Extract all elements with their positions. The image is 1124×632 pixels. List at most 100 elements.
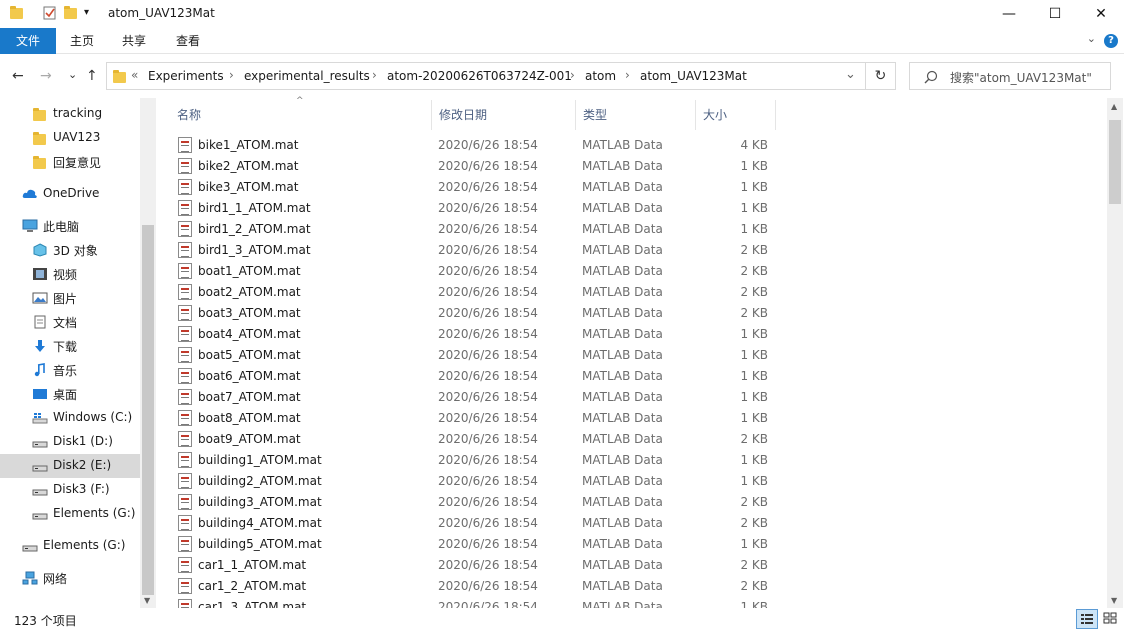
sidebar-item[interactable]: 回复意见 <box>0 150 140 174</box>
minimize-button[interactable]: — <box>986 0 1032 28</box>
breadcrumb-atom-uav123mat[interactable]: atom_UAV123Mat <box>640 69 747 83</box>
file-size: 1 KB <box>740 348 768 362</box>
matlab-file-icon <box>178 578 192 594</box>
refresh-button[interactable]: ↻ <box>866 62 896 90</box>
sidebar-item[interactable]: 文档 <box>0 310 140 334</box>
sidebar-item[interactable]: 此电脑 <box>0 214 140 238</box>
download-icon <box>32 339 47 353</box>
file-row[interactable]: bird1_3_ATOM.mat 2020/6/26 18:54 MATLAB Da… <box>170 240 790 261</box>
title-bar: ▾ atom_UAV123Mat — ☐ ✕ <box>0 0 1124 28</box>
sidebar-item[interactable]: Disk2 (E:) <box>0 454 140 478</box>
sidebar-item[interactable]: 音乐 <box>0 358 140 382</box>
breadcrumb-experimental-results[interactable]: experimental_results <box>244 69 370 83</box>
breadcrumb-atom[interactable]: atom <box>585 69 616 83</box>
sidebar-item[interactable]: UAV123 <box>0 126 140 150</box>
search-input[interactable]: 搜索"atom_UAV123Mat" <box>909 62 1111 90</box>
network-icon <box>22 571 38 585</box>
large-icons-view-button[interactable] <box>1100 609 1122 629</box>
overflow-icon[interactable]: « <box>131 68 138 82</box>
file-size: 2 KB <box>740 579 768 593</box>
column-header-type[interactable]: 类型 <box>576 100 696 130</box>
sidebar-item[interactable]: Elements (G:) <box>0 534 140 558</box>
properties-icon[interactable] <box>42 5 58 21</box>
file-size: 2 KB <box>740 285 768 299</box>
file-row[interactable]: building5_ATOM.mat 2020/6/26 18:54 MATLAB … <box>170 534 790 555</box>
matlab-file-icon <box>178 494 192 510</box>
back-icon[interactable]: ← <box>12 68 24 84</box>
recent-locations-icon[interactable]: ⌄ <box>68 68 77 81</box>
sidebar-scroll-thumb[interactable] <box>142 225 154 595</box>
sidebar-item[interactable]: Disk1 (D:) <box>0 430 140 454</box>
file-row[interactable]: car1_2_ATOM.mat 2020/6/26 18:54 MATLAB Dat… <box>170 576 790 597</box>
sidebar-item[interactable]: Disk3 (F:) <box>0 478 140 502</box>
up-icon[interactable]: ↑ <box>86 68 98 84</box>
file-date: 2020/6/26 18:54 <box>438 516 538 530</box>
sidebar-item[interactable]: 视频 <box>0 262 140 286</box>
file-row[interactable]: building4_ATOM.mat 2020/6/26 18:54 MATLAB … <box>170 513 790 534</box>
tab-share[interactable]: 共享 <box>110 28 158 54</box>
file-row[interactable]: boat9_ATOM.mat 2020/6/26 18:54 MATLAB Data… <box>170 429 790 450</box>
sidebar-item[interactable]: Elements (G:) <box>0 502 140 526</box>
tab-view[interactable]: 查看 <box>164 28 212 54</box>
forward-icon[interactable]: → <box>40 68 52 84</box>
file-row[interactable]: boat6_ATOM.mat 2020/6/26 18:54 MATLAB Data… <box>170 366 790 387</box>
scroll-down-arrow-icon[interactable]: ▼ <box>144 596 150 605</box>
file-list-scroll-thumb[interactable] <box>1109 120 1121 204</box>
file-row[interactable]: boat2_ATOM.mat 2020/6/26 18:54 MATLAB Data… <box>170 282 790 303</box>
sidebar-item[interactable]: tracking <box>0 102 140 126</box>
sidebar-item[interactable]: 图片 <box>0 286 140 310</box>
file-date: 2020/6/26 18:54 <box>438 159 538 173</box>
search-placeholder: 搜索"atom_UAV123Mat" <box>950 71 1092 85</box>
customize-toolbar-icon[interactable]: ▾ <box>84 7 100 23</box>
file-row[interactable]: boat4_ATOM.mat 2020/6/26 18:54 MATLAB Data… <box>170 324 790 345</box>
file-size: 1 KB <box>740 600 768 608</box>
maximize-button[interactable]: ☐ <box>1032 0 1078 28</box>
file-row[interactable]: bird1_2_ATOM.mat 2020/6/26 18:54 MATLAB Da… <box>170 219 790 240</box>
file-row[interactable]: car1_1_ATOM.mat 2020/6/26 18:54 MATLAB Dat… <box>170 555 790 576</box>
file-row[interactable]: building1_ATOM.mat 2020/6/26 18:54 MATLAB … <box>170 450 790 471</box>
file-row[interactable]: boat8_ATOM.mat 2020/6/26 18:54 MATLAB Data… <box>170 408 790 429</box>
scroll-down-arrow-icon[interactable]: ▼ <box>1111 596 1117 605</box>
file-row[interactable]: bike1_ATOM.mat 2020/6/26 18:54 MATLAB Data… <box>170 135 790 156</box>
sidebar-item[interactable]: OneDrive <box>0 182 140 206</box>
address-bar[interactable]: « Experiments › experimental_results › a… <box>106 62 866 90</box>
sidebar-item[interactable]: Windows (C:) <box>0 406 140 430</box>
file-row[interactable]: car1_3_ATOM.mat 2020/6/26 18:54 MATLAB Dat… <box>170 597 790 608</box>
sidebar-item-label: UAV123 <box>53 130 101 144</box>
scroll-up-arrow-icon[interactable]: ▲ <box>1111 102 1117 111</box>
breadcrumb-atom-archive[interactable]: atom-20200626T063724Z-001 <box>387 69 572 83</box>
details-view-button[interactable] <box>1076 609 1098 629</box>
file-row[interactable]: boat7_ATOM.mat 2020/6/26 18:54 MATLAB Data… <box>170 387 790 408</box>
file-name: building1_ATOM.mat <box>198 453 322 467</box>
matlab-file-icon <box>178 158 192 174</box>
sidebar-item[interactable]: 下载 <box>0 334 140 358</box>
sidebar-item[interactable]: 网络 <box>0 566 140 590</box>
column-header-date[interactable]: 修改日期 <box>432 100 576 130</box>
address-dropdown-icon[interactable]: ⌄ <box>845 67 856 82</box>
file-row[interactable]: building2_ATOM.mat 2020/6/26 18:54 MATLAB … <box>170 471 790 492</box>
file-row[interactable]: bike2_ATOM.mat 2020/6/26 18:54 MATLAB Data… <box>170 156 790 177</box>
sidebar-item[interactable]: 桌面 <box>0 382 140 406</box>
help-icon[interactable]: ? <box>1104 34 1118 48</box>
chevron-down-icon[interactable]: ⌄ <box>1087 32 1096 45</box>
breadcrumb-experiments[interactable]: Experiments <box>148 69 224 83</box>
sidebar-item[interactable]: 3D 对象 <box>0 238 140 262</box>
desktop-icon <box>32 387 47 401</box>
file-row[interactable]: building3_ATOM.mat 2020/6/26 18:54 MATLAB … <box>170 492 790 513</box>
new-folder-icon[interactable] <box>64 5 80 21</box>
file-type: MATLAB Data <box>582 579 663 593</box>
file-date: 2020/6/26 18:54 <box>438 327 538 341</box>
file-name: bike2_ATOM.mat <box>198 159 299 173</box>
file-row[interactable]: boat1_ATOM.mat 2020/6/26 18:54 MATLAB Data… <box>170 261 790 282</box>
tab-home[interactable]: 主页 <box>58 28 106 54</box>
matlab-file-icon <box>178 536 192 552</box>
file-row[interactable]: boat5_ATOM.mat 2020/6/26 18:54 MATLAB Data… <box>170 345 790 366</box>
file-row[interactable]: boat3_ATOM.mat 2020/6/26 18:54 MATLAB Data… <box>170 303 790 324</box>
file-date: 2020/6/26 18:54 <box>438 306 538 320</box>
file-row[interactable]: bird1_1_ATOM.mat 2020/6/26 18:54 MATLAB Da… <box>170 198 790 219</box>
file-row[interactable]: bike3_ATOM.mat 2020/6/26 18:54 MATLAB Data… <box>170 177 790 198</box>
close-button[interactable]: ✕ <box>1078 0 1124 28</box>
matlab-file-icon <box>178 389 192 405</box>
tab-file[interactable]: 文件 <box>0 28 56 54</box>
column-header-size[interactable]: 大小 <box>696 100 776 130</box>
